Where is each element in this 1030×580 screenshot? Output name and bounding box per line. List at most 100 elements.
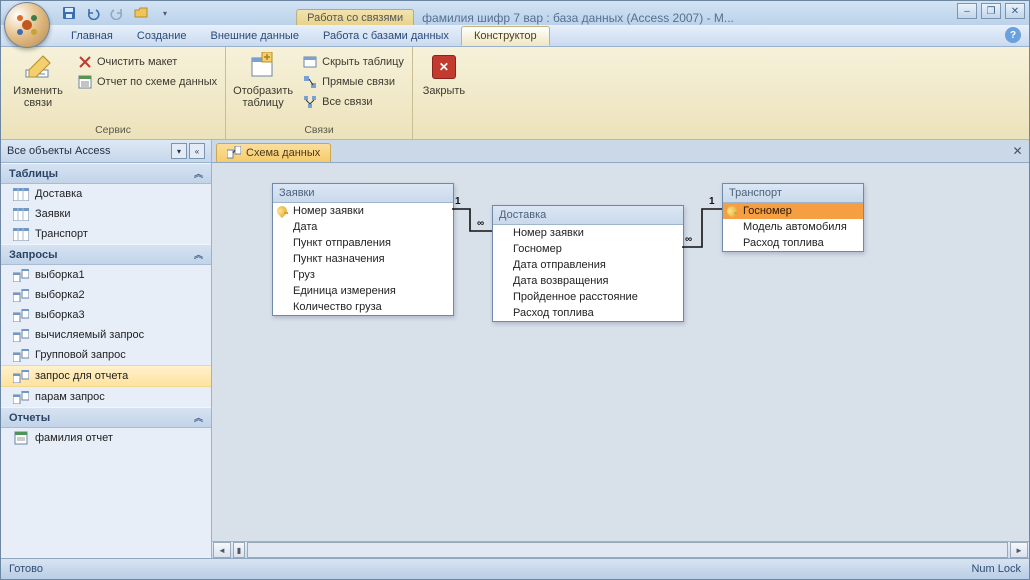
nav-query-item[interactable]: Групповой запрос — [1, 345, 211, 365]
ribbon-tabs: Главная Создание Внешние данные Работа с… — [1, 25, 1029, 47]
report-icon — [13, 431, 29, 445]
nav-section-reports[interactable]: Отчеты︽ — [1, 407, 211, 428]
field-row[interactable]: Количество груза — [273, 299, 453, 315]
query-icon — [13, 308, 29, 322]
relation-report-button[interactable]: Отчет по схеме данных — [75, 73, 219, 91]
edit-relations-icon — [22, 51, 54, 83]
nav-query-item[interactable]: выборка2 — [1, 285, 211, 305]
table-window-dostavka[interactable]: Доставка Номер заявки Госномер Дата отпр… — [492, 205, 684, 322]
table-icon — [13, 227, 29, 241]
scroll-right-icon[interactable]: ► — [1010, 542, 1028, 558]
tab-external-data[interactable]: Внешние данные — [199, 27, 311, 45]
horizontal-scrollbar[interactable]: ◄ ▮ ► — [212, 541, 1029, 558]
field-row[interactable]: Дата отправления — [493, 257, 683, 273]
restore-button[interactable]: ❐ — [981, 3, 1001, 19]
relations-icon — [227, 146, 241, 160]
table-icon — [13, 207, 29, 221]
field-row[interactable]: Пункт назначения — [273, 251, 453, 267]
close-design-icon: ✕ — [428, 51, 460, 83]
access-window: ▾ Работа со связями фамилия шифр 7 вар :… — [0, 0, 1030, 580]
nav-query-item[interactable]: парам запрос — [1, 387, 211, 407]
scroll-left-icon[interactable]: ◄ — [213, 542, 231, 558]
relation-many-label: ∞ — [477, 218, 484, 229]
table-window-transport[interactable]: Транспорт Госномер Модель автомобиля Рас… — [722, 183, 864, 252]
nav-query-item[interactable]: выборка3 — [1, 305, 211, 325]
nav-section-tables[interactable]: Таблицы︽ — [1, 163, 211, 184]
nav-section-queries[interactable]: Запросы︽ — [1, 244, 211, 265]
undo-icon[interactable] — [83, 3, 103, 23]
close-window-button[interactable]: ✕ — [1005, 3, 1025, 19]
clear-layout-icon — [77, 54, 93, 70]
field-row[interactable]: Груз — [273, 267, 453, 283]
ribbon-group-service-label: Сервис — [7, 122, 219, 139]
tab-create[interactable]: Создание — [125, 27, 199, 45]
status-ready: Готово — [9, 563, 43, 575]
chevron-up-icon: ︽ — [194, 248, 203, 261]
all-relations-button[interactable]: Все связи — [300, 93, 406, 111]
doc-tab-relations[interactable]: Схема данных — [216, 143, 331, 162]
table-title[interactable]: Доставка — [493, 206, 683, 225]
edit-relations-label: Изменить связи — [7, 85, 69, 109]
field-row[interactable]: Пройденное расстояние — [493, 289, 683, 305]
field-row[interactable]: Дата — [273, 219, 453, 235]
show-table-button[interactable]: Отобразить таблицу — [232, 51, 294, 109]
field-row[interactable]: Пункт отправления — [273, 235, 453, 251]
nav-dropdown-icon[interactable]: ▾ — [171, 143, 187, 159]
redo-icon[interactable] — [107, 3, 127, 23]
scroll-thumb[interactable]: ▮ — [233, 542, 245, 558]
all-relations-icon — [302, 94, 318, 110]
nav-table-item[interactable]: Заявки — [1, 204, 211, 224]
save-icon[interactable] — [59, 3, 79, 23]
query-icon — [13, 390, 29, 404]
nav-collapse-icon[interactable]: « — [189, 143, 205, 159]
help-button[interactable]: ? — [1005, 27, 1021, 43]
table-icon — [13, 187, 29, 201]
context-tab-relations[interactable]: Работа со связями — [296, 9, 414, 25]
minimize-button[interactable]: – — [957, 3, 977, 19]
tab-home[interactable]: Главная — [59, 27, 125, 45]
workspace: Все объекты Access ▾ « Таблицы︽ Доставка… — [1, 140, 1029, 558]
field-row[interactable]: Номер заявки — [493, 225, 683, 241]
qat-dropdown-icon[interactable]: ▾ — [155, 3, 175, 23]
field-row[interactable]: Расход топлива — [723, 235, 863, 251]
nav-table-item[interactable]: Доставка — [1, 184, 211, 204]
titlebar: ▾ Работа со связями фамилия шифр 7 вар :… — [1, 1, 1029, 25]
nav-report-item[interactable]: фамилия отчет — [1, 428, 211, 448]
nav-query-item[interactable]: выборка1 — [1, 265, 211, 285]
hide-table-icon — [302, 54, 318, 70]
show-table-icon — [247, 51, 279, 83]
quick-access-toolbar: ▾ — [59, 3, 175, 23]
field-row[interactable]: Госномер — [723, 203, 863, 219]
office-button[interactable] — [4, 2, 50, 48]
ribbon-group-service: Изменить связи Очистить макет Отчет по с… — [1, 47, 226, 139]
field-row[interactable]: Номер заявки — [273, 203, 453, 219]
table-title[interactable]: Заявки — [273, 184, 453, 203]
nav-query-item[interactable]: запрос для отчета — [1, 365, 211, 387]
doc-close-button[interactable]: ✕ — [1010, 143, 1025, 158]
status-numlock: Num Lock — [971, 563, 1021, 575]
tab-database-tools[interactable]: Работа с базами данных — [311, 27, 461, 45]
hide-table-button[interactable]: Скрыть таблицу — [300, 53, 406, 71]
ribbon: Изменить связи Очистить макет Отчет по с… — [1, 47, 1029, 140]
open-folder-icon[interactable] — [131, 3, 151, 23]
field-row[interactable]: Единица измерения — [273, 283, 453, 299]
tab-design[interactable]: Конструктор — [461, 26, 550, 46]
direct-relations-button[interactable]: Прямые связи — [300, 73, 406, 91]
relation-many-label: ∞ — [685, 234, 692, 245]
ribbon-group-close: ✕ Закрыть — [413, 47, 475, 139]
nav-query-item[interactable]: вычисляемый запрос — [1, 325, 211, 345]
edit-relations-button[interactable]: Изменить связи — [7, 51, 69, 109]
field-row[interactable]: Расход топлива — [493, 305, 683, 321]
field-row[interactable]: Модель автомобиля — [723, 219, 863, 235]
close-design-button[interactable]: ✕ Закрыть — [419, 51, 469, 97]
nav-header[interactable]: Все объекты Access ▾ « — [1, 140, 211, 163]
field-row[interactable]: Госномер — [493, 241, 683, 257]
relations-canvas[interactable]: Заявки Номер заявки Дата Пункт отправлен… — [212, 163, 1029, 541]
table-window-zayavki[interactable]: Заявки Номер заявки Дата Пункт отправлен… — [272, 183, 454, 316]
field-row[interactable]: Дата возвращения — [493, 273, 683, 289]
nav-table-item[interactable]: Транспорт — [1, 224, 211, 244]
query-icon — [13, 288, 29, 302]
document-area: Схема данных ✕ Заявки Номер заявки Дата … — [212, 140, 1029, 558]
clear-layout-button[interactable]: Очистить макет — [75, 53, 219, 71]
table-title[interactable]: Транспорт — [723, 184, 863, 203]
